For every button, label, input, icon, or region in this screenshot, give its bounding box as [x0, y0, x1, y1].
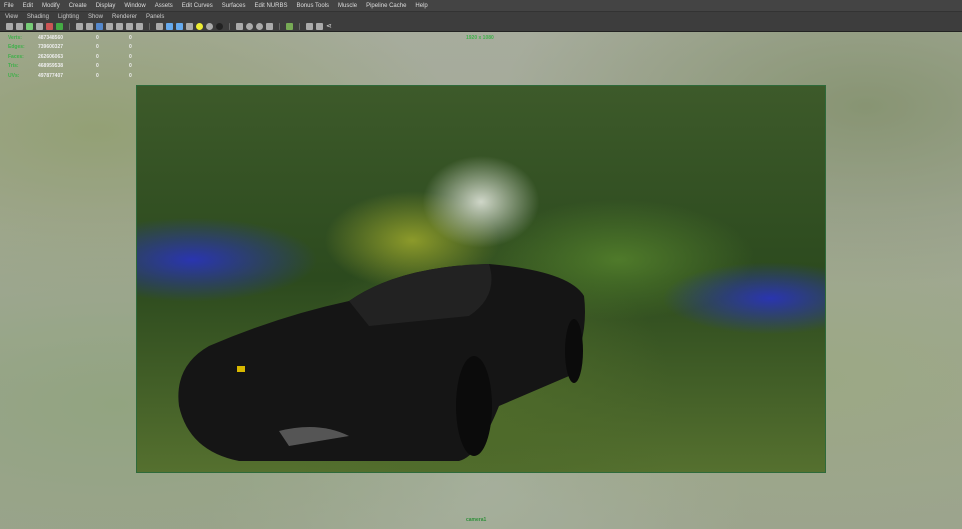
toolbar-separator	[69, 23, 70, 30]
film-gate-icon[interactable]	[76, 23, 83, 30]
hud-label: Tris:	[8, 63, 19, 70]
menu-edit-nurbs[interactable]: Edit NURBS	[254, 3, 287, 9]
hud-value: 0	[96, 72, 99, 79]
toolbar-separator	[299, 23, 300, 30]
wireframe-icon[interactable]	[156, 23, 163, 30]
hud-value: 0	[96, 63, 99, 70]
menu-assets[interactable]: Assets	[155, 3, 173, 9]
hud-value: 262606063	[38, 53, 64, 60]
hud-label: UVs:	[8, 72, 20, 79]
share-icon[interactable]: ⋖	[326, 23, 333, 30]
menu-bonus-tools[interactable]: Bonus Tools	[296, 3, 329, 9]
smooth-shade-icon[interactable]	[166, 23, 173, 30]
panel-menu-panels[interactable]: Panels	[146, 14, 164, 20]
menu-surfaces[interactable]: Surfaces	[222, 3, 246, 9]
hud-icon[interactable]	[136, 23, 143, 30]
menu-help[interactable]: Help	[415, 3, 427, 9]
textured-icon[interactable]	[186, 23, 193, 30]
panel-menu-view[interactable]: View	[5, 14, 18, 20]
resolution-gate-render-region	[136, 85, 826, 473]
panel-menu-shading[interactable]: Shading	[27, 14, 49, 20]
gamma-icon[interactable]	[316, 23, 323, 30]
xray-joints-icon[interactable]	[256, 23, 263, 30]
hud-label: Faces:	[8, 53, 24, 60]
select-camera-icon[interactable]	[6, 23, 13, 30]
hardware-render-icon[interactable]	[286, 23, 293, 30]
image-plane-icon[interactable]	[36, 23, 43, 30]
hud-value: 0	[129, 44, 132, 51]
panel-toolbar: ⋖	[0, 22, 962, 32]
hud-row-tris: Tris: 468959538 0 0	[8, 62, 162, 72]
use-lights-icon[interactable]	[196, 23, 203, 30]
menu-muscle[interactable]: Muscle	[338, 3, 357, 9]
hud-value: 739600327	[38, 44, 64, 51]
hud-value: 0	[96, 34, 99, 41]
gate-mask-icon[interactable]	[56, 23, 63, 30]
car-model	[178, 264, 585, 461]
xray-icon[interactable]	[246, 23, 253, 30]
ambient-occlusion-icon[interactable]	[216, 23, 223, 30]
grease-pencil-icon[interactable]	[46, 23, 53, 30]
hud-row-verts: Verts: 487348560 0 0	[8, 33, 162, 43]
exposure-icon[interactable]	[306, 23, 313, 30]
camera-name-label: camera1	[466, 517, 487, 523]
menu-edit-curves[interactable]: Edit Curves	[182, 3, 213, 9]
xray-components-icon[interactable]	[266, 23, 273, 30]
hud-row-uvs: UVs: 497877407 0 0	[8, 71, 162, 81]
toolbar-separator	[149, 23, 150, 30]
wireframe-on-shaded-icon[interactable]	[176, 23, 183, 30]
main-menu-bar: File Edit Modify Create Display Window A…	[0, 0, 962, 12]
menu-pipeline-cache[interactable]: Pipeline Cache	[366, 3, 406, 9]
panel-menu-renderer[interactable]: Renderer	[112, 14, 137, 20]
hud-value: 0	[129, 53, 132, 60]
menu-file[interactable]: File	[4, 3, 14, 9]
menu-display[interactable]: Display	[96, 3, 116, 9]
hud-label: Verts:	[8, 34, 22, 41]
toolbar-separator	[229, 23, 230, 30]
hud-value: 0	[96, 53, 99, 60]
hud-value: 0	[96, 44, 99, 51]
bookmark-icon[interactable]	[26, 23, 33, 30]
hud-value: 487348560	[38, 34, 64, 41]
isolate-select-icon[interactable]	[236, 23, 243, 30]
menu-edit[interactable]: Edit	[23, 3, 33, 9]
hud-value: 497877407	[38, 72, 64, 79]
hud-value: 0	[129, 72, 132, 79]
field-chart-icon[interactable]	[96, 23, 103, 30]
safe-action-icon[interactable]	[106, 23, 113, 30]
resolution-gate-icon[interactable]	[86, 23, 93, 30]
menu-create[interactable]: Create	[69, 3, 87, 9]
hud-row-edges: Edges: 739600327 0 0	[8, 43, 162, 53]
grid-icon[interactable]	[126, 23, 133, 30]
camera-attributes-icon[interactable]	[16, 23, 23, 30]
menu-modify[interactable]: Modify	[42, 3, 60, 9]
perspective-viewport[interactable]	[0, 32, 962, 529]
panel-menu-show[interactable]: Show	[88, 14, 103, 20]
hud-value: 0	[129, 34, 132, 41]
hud-value: 0	[129, 63, 132, 70]
toolbar-separator	[279, 23, 280, 30]
panel-menu-bar: View Shading Lighting Show Renderer Pane…	[0, 12, 962, 22]
hud-value: 468959538	[38, 63, 64, 70]
safe-title-icon[interactable]	[116, 23, 123, 30]
menu-window[interactable]: Window	[124, 3, 145, 9]
resolution-label: 1920 x 1080	[466, 35, 494, 41]
panel-menu-lighting[interactable]: Lighting	[58, 14, 79, 20]
hud-row-faces: Faces: 262606063 0 0	[8, 52, 162, 62]
shadows-icon[interactable]	[206, 23, 213, 30]
poly-count-hud: Verts: 487348560 0 0 Edges: 739600327 0 0 Face…	[8, 33, 162, 81]
hud-label: Edges:	[8, 44, 25, 51]
